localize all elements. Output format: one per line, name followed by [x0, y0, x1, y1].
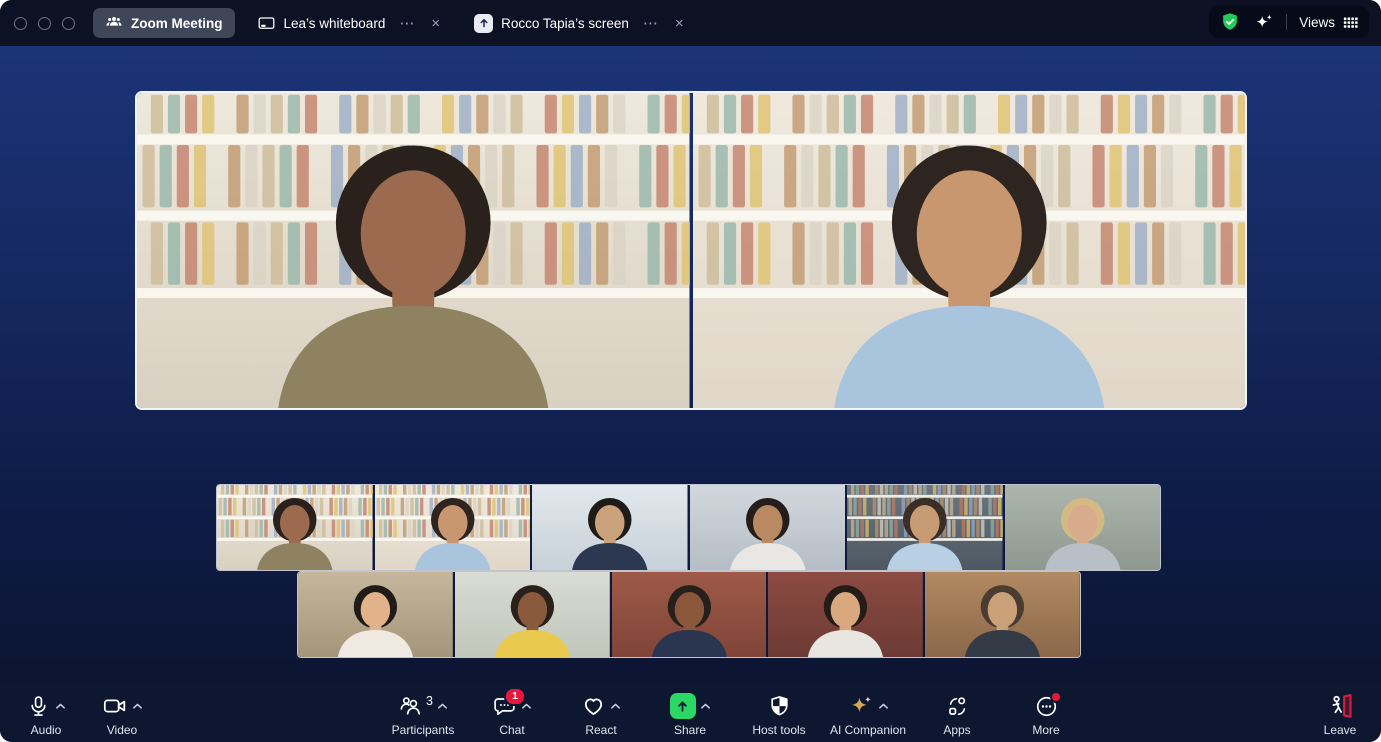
views-button[interactable]: Views	[1299, 14, 1359, 31]
share-screen-icon	[670, 693, 696, 719]
button-label: Chat	[499, 723, 524, 737]
meeting-tabs: Zoom MeetingLea’s whiteboard⋯×Rocco Tapi…	[93, 8, 696, 38]
tab-close-icon[interactable]: ×	[675, 15, 684, 32]
participants-button[interactable]: 3 Participants	[379, 688, 468, 737]
button-label: Host tools	[752, 723, 805, 737]
button-label: Participants	[392, 723, 455, 737]
button-label: Video	[107, 723, 137, 737]
chevron-up-icon[interactable]	[606, 697, 621, 715]
security-shield-icon[interactable]	[1219, 11, 1241, 33]
button-label: React	[585, 723, 616, 737]
views-label: Views	[1299, 15, 1335, 30]
people-icon	[105, 14, 123, 32]
button-label: Apps	[943, 723, 970, 737]
participant-video-tile[interactable]	[693, 93, 1246, 408]
camera-icon	[102, 693, 128, 719]
participant-video-tile[interactable]	[532, 485, 688, 570]
button-label: Audio	[31, 723, 62, 737]
participant-video-tile[interactable]	[612, 572, 767, 657]
tab-rocco-tapias-screen[interactable]: Rocco Tapia’s screen ⋯ ×	[462, 8, 696, 38]
host-shield-icon	[767, 694, 792, 719]
window-title-bar: Zoom MeetingLea’s whiteboard⋯×Rocco Tapi…	[0, 0, 1381, 46]
unread-badge: 1	[504, 687, 526, 706]
chevron-up-icon[interactable]	[128, 697, 143, 715]
toolbar-center-group: 3 Participants 1 Chat React Share Host tools AI…	[160, 688, 1309, 737]
participant-video-tile[interactable]	[217, 485, 373, 570]
participant-video-tile[interactable]	[1005, 485, 1161, 570]
react-button[interactable]: React	[557, 688, 646, 737]
tab-zoom-meeting[interactable]: Zoom Meeting	[93, 8, 235, 38]
audio-button[interactable]: Audio	[8, 688, 84, 737]
share-button[interactable]: Share	[646, 688, 735, 737]
window-controls	[14, 17, 75, 30]
leave-button[interactable]: Leave	[1309, 688, 1371, 737]
tab-label: Lea’s whiteboard	[284, 16, 386, 31]
chevron-up-icon[interactable]	[874, 697, 889, 715]
divider	[1286, 14, 1287, 30]
meeting-toolbar: Audio Video 3 Participants 1 Chat React Share H…	[0, 682, 1381, 742]
tab-menu-icon[interactable]: ⋯	[399, 14, 415, 32]
participant-video-tile[interactable]	[455, 572, 610, 657]
titlebar-right-cluster: Views	[1209, 6, 1369, 38]
button-label: Leave	[1324, 723, 1357, 737]
video-button[interactable]: Video	[84, 688, 160, 737]
chevron-up-icon[interactable]	[433, 697, 448, 715]
meeting-stage	[0, 46, 1381, 682]
button-label: More	[1032, 723, 1059, 737]
tab-label: Zoom Meeting	[131, 16, 223, 31]
speaker-video-tiles	[135, 91, 1247, 410]
filmstrip-row-2	[297, 571, 1081, 658]
apps-icon	[945, 694, 970, 719]
ai-companion-button[interactable]: AI Companion	[824, 688, 913, 737]
participants-icon	[398, 694, 423, 719]
participant-video-tile[interactable]	[690, 485, 846, 570]
participant-video-tile[interactable]	[298, 572, 453, 657]
toolbar-right-group: Leave	[1309, 688, 1381, 737]
button-label: Share	[674, 723, 706, 737]
participant-count: 3	[426, 694, 433, 708]
window-close-button[interactable]	[14, 17, 27, 30]
zoom-app-window: Zoom MeetingLea’s whiteboard⋯×Rocco Tapi…	[0, 0, 1381, 742]
chat-icon: 1	[492, 694, 517, 719]
ai-sparkle-gold-icon	[848, 693, 874, 719]
window-minimize-button[interactable]	[38, 17, 51, 30]
mic-icon	[26, 694, 51, 719]
grid-view-icon	[1342, 14, 1359, 31]
tab-menu-icon[interactable]: ⋯	[643, 14, 659, 32]
tab-leas-whiteboard[interactable]: Lea’s whiteboard ⋯ ×	[245, 8, 453, 38]
tab-label: Rocco Tapia’s screen	[501, 16, 629, 31]
whiteboard-icon	[257, 14, 276, 33]
ai-companion-sparkle-icon[interactable]	[1253, 12, 1274, 33]
filmstrip-row-1	[216, 484, 1161, 571]
participant-video-tile[interactable]	[375, 485, 531, 570]
button-label: AI Companion	[830, 723, 906, 737]
chevron-up-icon[interactable]	[696, 697, 711, 715]
screen-share-tab-icon	[474, 14, 493, 33]
notification-dot	[1050, 691, 1062, 703]
participant-video-tile[interactable]	[137, 93, 690, 408]
heart-icon	[581, 694, 606, 719]
participant-video-tile[interactable]	[768, 572, 923, 657]
chat-button[interactable]: 1 Chat	[468, 688, 557, 737]
tab-close-icon[interactable]: ×	[431, 15, 440, 32]
chevron-up-icon[interactable]	[51, 697, 66, 715]
apps-button[interactable]: Apps	[913, 688, 1002, 737]
toolbar-left-group: Audio Video	[0, 688, 160, 737]
participant-video-tile[interactable]	[925, 572, 1080, 657]
window-zoom-button[interactable]	[62, 17, 75, 30]
host-tools-button[interactable]: Host tools	[735, 688, 824, 737]
more-icon	[1034, 694, 1059, 719]
participant-video-tile[interactable]	[847, 485, 1003, 570]
leave-icon	[1327, 693, 1354, 720]
more-button[interactable]: More	[1002, 688, 1091, 737]
